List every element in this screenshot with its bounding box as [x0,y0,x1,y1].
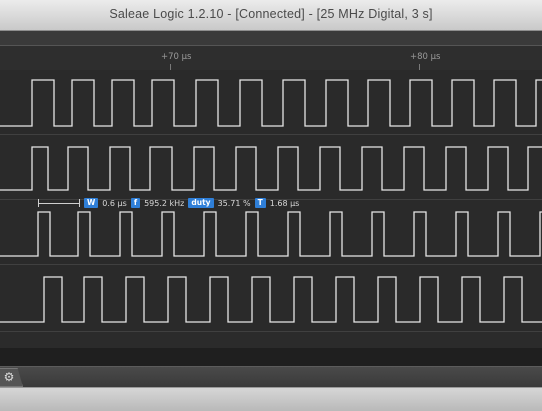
frequency-badge: f [130,198,141,208]
channel-2-trace [0,211,542,257]
bottom-panel [0,348,542,366]
width-marker-icon [38,199,80,207]
channel-0-trace [0,79,542,127]
status-bar [0,387,542,411]
pulse-measurement: W 0.6 µs f 595.2 kHz duty 35.71 % T 1.68… [38,197,299,209]
channel-1-trace [0,146,542,191]
tab-bar: ⚙ [0,366,542,387]
width-value: 0.6 µs [102,198,127,208]
frequency-value: 595.2 kHz [144,198,185,208]
channel-3-trace [0,276,542,323]
duty-badge: duty [188,198,214,208]
settings-button[interactable]: ⚙ [0,368,23,387]
period-badge: T [254,198,266,208]
gear-icon: ⚙ [3,370,15,384]
period-value: 1.68 µs [269,198,300,208]
width-badge: W [84,198,99,208]
duty-value: 35.71 % [217,198,251,208]
